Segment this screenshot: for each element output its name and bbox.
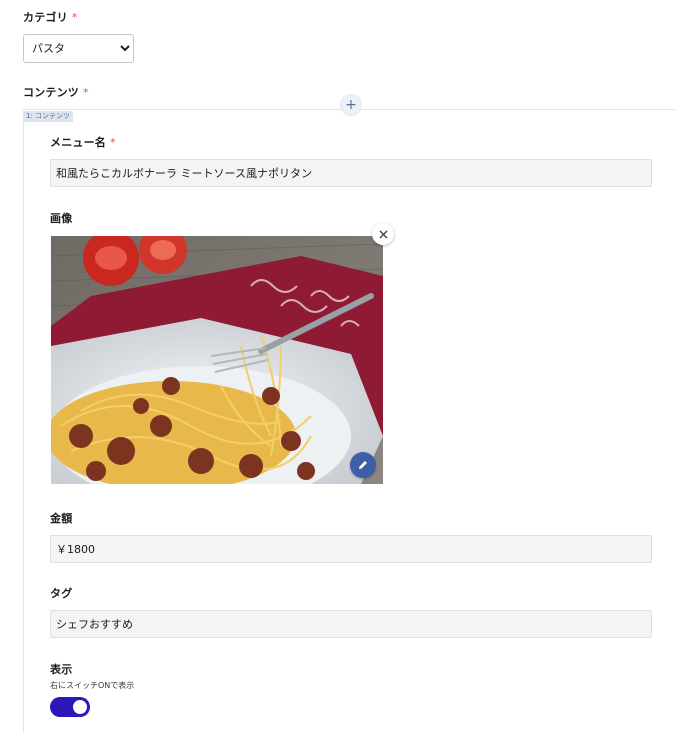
price-value: ￥1800 (56, 543, 95, 556)
menu-name-input[interactable]: 和風たらこカルボナーラ ミートソース風ナポリタン (50, 159, 652, 187)
menu-name-label-text: メニュー名 (50, 136, 106, 149)
display-toggle[interactable] (50, 697, 90, 717)
tag-input[interactable]: シェフおすすめ (50, 610, 652, 638)
price-input[interactable]: ￥1800 (50, 535, 652, 563)
plus-icon: + (345, 97, 357, 113)
add-block-button[interactable]: + (341, 95, 361, 115)
display-label: 表示 (50, 661, 72, 677)
contents-label-text: コンテンツ (23, 86, 79, 99)
category-label-text: カテゴリ (23, 11, 68, 24)
contents-label: コンテンツ * (23, 84, 89, 100)
edit-image-button[interactable] (350, 452, 376, 478)
remove-image-button[interactable] (372, 223, 394, 245)
menu-image[interactable] (51, 236, 383, 484)
category-select[interactable]: パスタ (23, 34, 134, 63)
price-label: 金額 (50, 510, 72, 526)
toggle-knob (73, 700, 87, 714)
menu-name-value: 和風たらこカルボナーラ ミートソース風ナポリタン (56, 167, 312, 180)
required-mark: * (83, 86, 89, 99)
tag-value: シェフおすすめ (56, 618, 133, 631)
required-mark: * (110, 136, 116, 149)
pencil-icon (359, 461, 367, 469)
menu-name-label: メニュー名 * (50, 134, 116, 150)
tag-label: タグ (50, 585, 72, 601)
display-help-text: 右にスイッチONで表示 (50, 681, 135, 690)
pasta-photo (51, 236, 383, 484)
display-label-text: 表示 (50, 663, 73, 676)
close-icon (378, 229, 388, 239)
required-mark: * (71, 11, 78, 24)
tag-label-text: タグ (50, 587, 73, 600)
block-border (23, 121, 24, 732)
category-label: カテゴリ * (23, 9, 78, 25)
price-label-text: 金額 (50, 512, 73, 525)
image-label: 画像 (50, 210, 72, 226)
image-label-text: 画像 (50, 212, 73, 225)
block-tag: 1: コンテンツ (23, 111, 74, 122)
